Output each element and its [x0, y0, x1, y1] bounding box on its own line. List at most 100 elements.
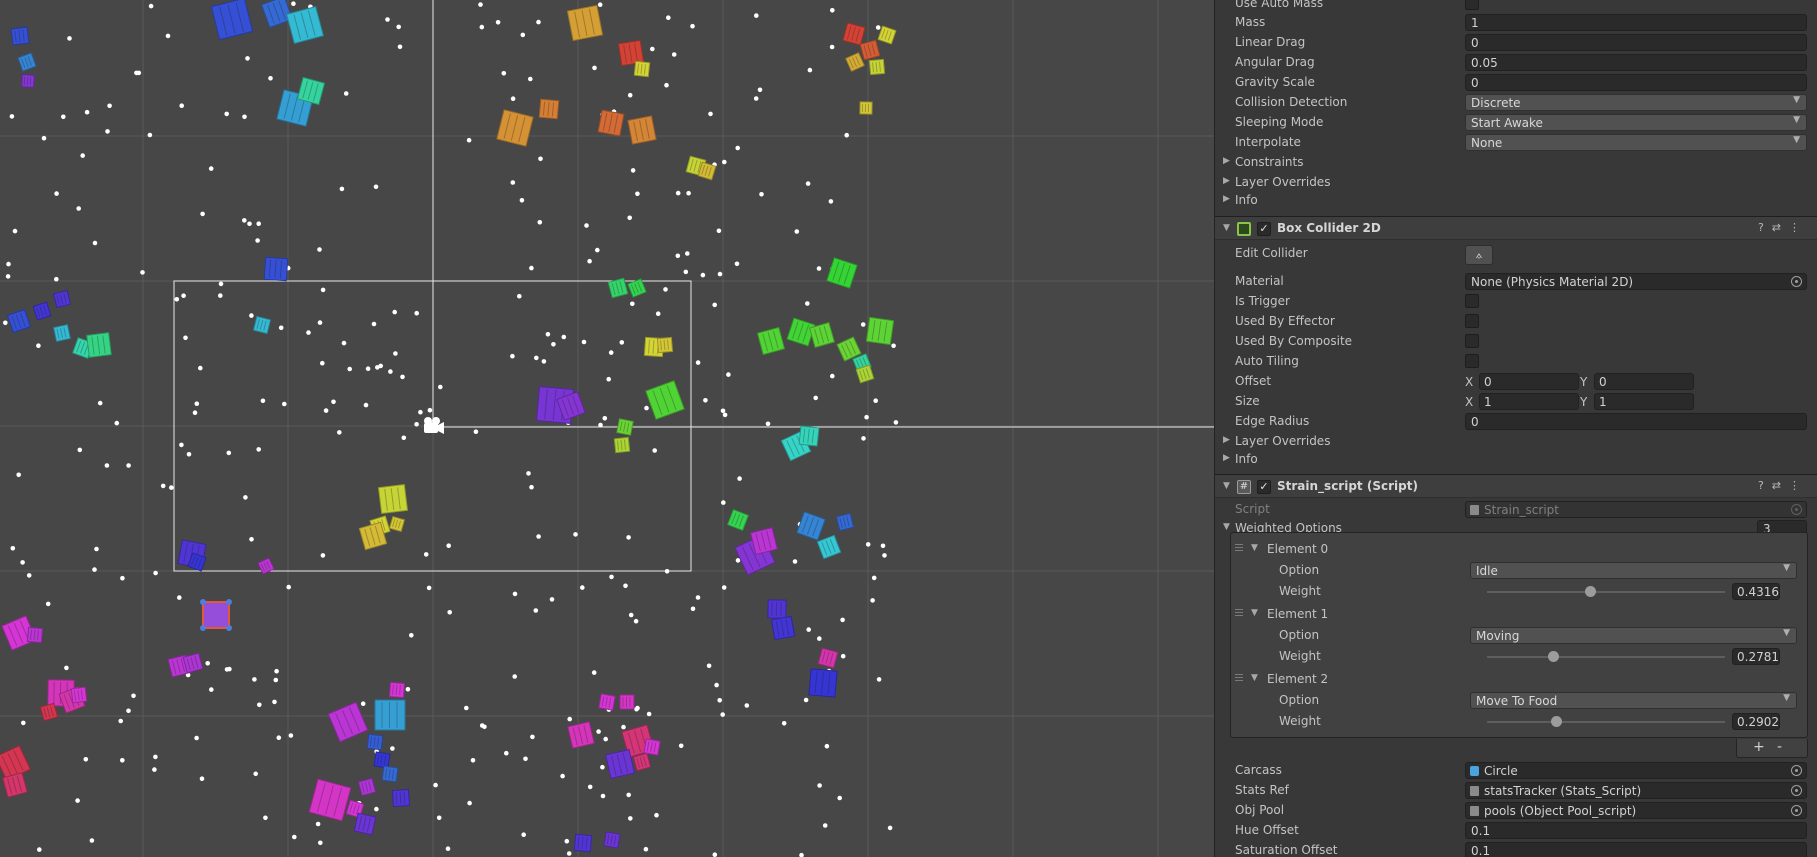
scene-canvas[interactable] — [0, 0, 1214, 857]
layer-overrides-foldout[interactable]: ▶ Layer Overrides — [1215, 173, 1817, 193]
kebab-menu-icon[interactable]: ⋮ — [1789, 479, 1808, 492]
angular-drag-field[interactable]: 0.05 — [1465, 54, 1807, 71]
element-1-weight-field[interactable]: 0.27811 — [1732, 648, 1780, 665]
element-0-option-dropdown[interactable]: Idle ▼ — [1470, 562, 1797, 579]
obj-pool-field[interactable]: pools (Object Pool_script) — [1465, 802, 1807, 819]
constraints-foldout[interactable]: ▶ Constraints — [1215, 153, 1817, 173]
collision-detection-dropdown[interactable]: Discrete ▼ — [1465, 94, 1807, 111]
food-dot — [708, 111, 713, 117]
sleeping-mode-dropdown[interactable]: Start Awake ▼ — [1465, 114, 1807, 131]
food-dot — [120, 575, 125, 581]
element-2-header[interactable]: ▼ Element 2 — [1231, 670, 1809, 690]
saturation-offset-field[interactable]: 0.1 — [1465, 842, 1807, 857]
scene-view[interactable] — [0, 0, 1214, 857]
box-collider-enabled-checkbox[interactable]: ✓ — [1257, 222, 1271, 236]
food-dot — [628, 816, 633, 821]
used-by-effector-checkbox[interactable] — [1465, 314, 1479, 328]
preset-icon[interactable]: ⇄ — [1772, 479, 1789, 492]
hue-offset-field[interactable]: 0.1 — [1465, 822, 1807, 839]
element-0-weight-slider[interactable] — [1487, 591, 1725, 593]
info-foldout[interactable]: ▶ Info — [1215, 191, 1817, 211]
strain-script-enabled-checkbox[interactable]: ✓ — [1257, 480, 1271, 494]
use-auto-mass-checkbox[interactable] — [1465, 0, 1479, 10]
food-dot — [722, 412, 728, 418]
object-picker-icon[interactable] — [1791, 785, 1802, 796]
drag-handle-icon[interactable] — [1235, 674, 1243, 681]
fold-down-icon[interactable]: ▼ — [1223, 481, 1230, 491]
mass-field[interactable]: 1 — [1465, 14, 1807, 31]
element-1-header[interactable]: ▼ Element 1 — [1231, 605, 1809, 625]
obj-pool-value: pools (Object Pool_script) — [1484, 804, 1637, 818]
interpolate-dropdown[interactable]: None ▼ — [1465, 134, 1807, 151]
gravity-scale-label: Gravity Scale — [1235, 75, 1315, 89]
element-0-label: Element 0 — [1267, 542, 1329, 556]
element-1-option-dropdown[interactable]: Moving ▼ — [1470, 627, 1797, 644]
auto-tiling-checkbox[interactable] — [1465, 354, 1479, 368]
offset-x-field[interactable]: 0 — [1479, 373, 1579, 390]
edge-radius-field[interactable]: 0 — [1465, 413, 1807, 430]
hue-offset-row: Hue Offset 0.1 — [1215, 821, 1817, 841]
food-dot — [675, 190, 681, 196]
is-trigger-checkbox[interactable] — [1465, 294, 1479, 308]
drag-handle-icon[interactable] — [1235, 544, 1243, 551]
element-0-weight-field[interactable]: 0.43160 — [1732, 583, 1780, 600]
object-picker-icon[interactable] — [1791, 765, 1802, 776]
kebab-menu-icon[interactable]: ⋮ — [1789, 221, 1808, 234]
offset-y-field[interactable]: 0 — [1594, 373, 1694, 390]
food-dot — [179, 442, 184, 448]
slider-knob[interactable] — [1548, 651, 1560, 662]
element-2-option-dropdown[interactable]: Move To Food ▼ — [1470, 692, 1797, 709]
food-dot — [194, 401, 200, 407]
gravity-scale-field[interactable]: 0 — [1465, 74, 1807, 91]
box-collider-header[interactable]: ▼ ✓ Box Collider 2D ?⇄⋮ — [1215, 216, 1817, 240]
edit-collider-button[interactable]: ⟑ — [1465, 245, 1493, 265]
strain-script-header[interactable]: ▼ # ✓ Strain_script (Script) ?⇄⋮ — [1215, 474, 1817, 498]
drag-handle-icon[interactable] — [1235, 609, 1243, 616]
fold-down-icon[interactable]: ▼ — [1223, 223, 1230, 233]
linear-drag-field[interactable]: 0 — [1465, 34, 1807, 51]
help-icon[interactable]: ? — [1758, 221, 1772, 234]
food-dot — [64, 665, 69, 671]
preset-icon[interactable]: ⇄ — [1772, 221, 1789, 234]
carcass-field[interactable]: Circle — [1465, 762, 1807, 779]
creature — [566, 4, 604, 42]
collider-layer-overrides-foldout[interactable]: ▶ Layer Overrides — [1215, 432, 1817, 452]
stats-ref-field[interactable]: statsTracker (Stats_Script) — [1465, 782, 1807, 799]
creature-texture — [864, 103, 867, 112]
size-y-field[interactable]: 1 — [1594, 393, 1694, 410]
collider-info-foldout[interactable]: ▶ Info — [1215, 450, 1817, 470]
food-dot — [712, 852, 718, 857]
slider-knob[interactable] — [1584, 586, 1596, 597]
remove-element-button[interactable]: - — [1777, 739, 1782, 755]
size-x-field[interactable]: 1 — [1479, 393, 1579, 410]
element-0-header[interactable]: ▼ Element 0 — [1231, 540, 1809, 560]
add-element-button[interactable]: + — [1753, 739, 1765, 755]
creature-texture — [396, 702, 398, 728]
used-by-composite-checkbox[interactable] — [1465, 334, 1479, 348]
creature-texture — [629, 697, 631, 707]
element-2-weight-slider[interactable] — [1487, 721, 1725, 723]
slider-knob[interactable] — [1551, 716, 1563, 727]
food-dot — [54, 191, 59, 196]
element-1-weight-row: Weight 0.27811 — [1231, 647, 1809, 667]
help-icon[interactable]: ? — [1758, 479, 1772, 492]
food-dot — [695, 595, 701, 600]
element-1-weight-slider[interactable] — [1487, 656, 1725, 658]
obj-pool-label: Obj Pool — [1235, 803, 1285, 817]
food-dot — [92, 240, 98, 246]
script-file-icon — [1470, 806, 1479, 816]
object-picker-icon[interactable] — [1791, 805, 1802, 816]
constraints-label: Constraints — [1235, 155, 1304, 169]
material-field[interactable]: None (Physics Material 2D) — [1465, 273, 1807, 290]
collider-info-label: Info — [1235, 452, 1258, 466]
food-dot — [882, 553, 887, 558]
food-dot — [365, 366, 371, 372]
food-dot — [566, 851, 572, 856]
element-2-weight-field[interactable]: 0.29028 — [1732, 713, 1780, 730]
food-dot — [512, 674, 517, 679]
collider-handle — [200, 625, 206, 631]
food-dot — [870, 598, 875, 603]
linear-drag-label: Linear Drag — [1235, 35, 1306, 49]
food-dot — [816, 266, 822, 271]
object-picker-icon[interactable] — [1791, 276, 1802, 287]
